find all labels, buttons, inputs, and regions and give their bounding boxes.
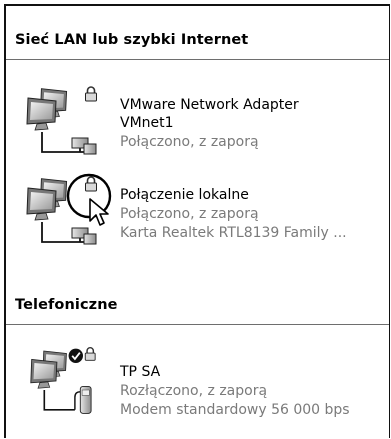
connection-device: Karta Realtek RTL8139 Family ... — [120, 225, 347, 241]
firewall-lock-icon — [84, 86, 98, 102]
firewall-lock-icon — [84, 346, 96, 362]
default-connection-check-icon — [68, 348, 83, 363]
connection-name: TP SA — [120, 364, 161, 380]
connection-status: Połączono, z zaporą — [120, 206, 259, 222]
connection-name: VMware Network Adapter — [120, 97, 299, 113]
section-divider — [6, 324, 389, 325]
section-title-lan: Sieć LAN lub szybki Internet — [15, 32, 249, 48]
connection-name: Połączenie lokalne — [120, 187, 249, 203]
connection-status: Połączono, z zaporą — [120, 134, 259, 150]
connection-status: Rozłączono, z zaporą — [120, 383, 268, 399]
section-title-dialup: Telefoniczne — [15, 297, 118, 313]
network-connections-window: Sieć LAN lub szybki Internet VMware Netw… — [4, 4, 390, 438]
dialup-connection-icon — [30, 346, 96, 414]
connection-name-continued: VMnet1 — [120, 115, 174, 131]
connection-item-vmware[interactable]: VMware Network Adapter VMnet1 Połączono,… — [6, 86, 389, 160]
network-connection-icon — [26, 86, 98, 155]
connection-device: Modem standardowy 56 000 bps — [120, 402, 350, 418]
mouse-pointer-icon — [89, 198, 109, 226]
connection-item-tp-sa[interactable]: TP SA Rozłączono, z zaporą Modem standar… — [6, 345, 389, 435]
section-divider — [6, 59, 389, 60]
